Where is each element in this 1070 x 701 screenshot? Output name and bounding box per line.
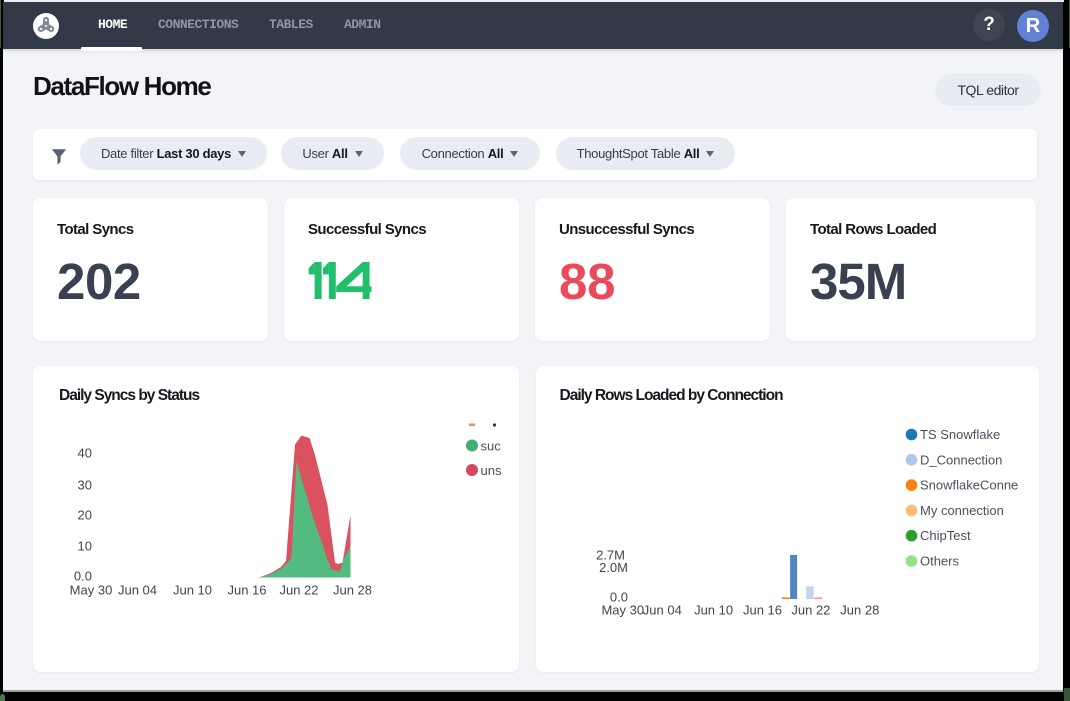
svg-text:Jun 28: Jun 28 [333, 583, 372, 598]
svg-text:Others: Others [920, 554, 960, 569]
svg-text:0.0: 0.0 [74, 569, 92, 584]
svg-text:Jun 04: Jun 04 [118, 583, 157, 598]
svg-text:2.0M: 2.0M [599, 560, 628, 575]
svg-text:Jun 28: Jun 28 [840, 603, 879, 618]
svg-text:TS Snowflake: TS Snowflake [920, 427, 1000, 442]
svg-text:40: 40 [78, 446, 92, 461]
svg-text:30: 30 [78, 478, 92, 493]
svg-text:Jun 04: Jun 04 [643, 603, 682, 618]
svg-text:Jun 22: Jun 22 [279, 583, 318, 598]
svg-text:D_Connection: D_Connection [920, 452, 1002, 467]
svg-text:20: 20 [78, 508, 92, 523]
svg-text:uns: uns [481, 463, 502, 478]
svg-text:Jun 10: Jun 10 [173, 583, 212, 598]
svg-text:Jun 22: Jun 22 [791, 603, 830, 618]
svg-text:My connection: My connection [920, 503, 1004, 518]
svg-text:suc: suc [481, 439, 502, 454]
svg-text:May 30: May 30 [70, 583, 113, 598]
svg-text:ChipTest: ChipTest [920, 528, 971, 543]
svg-text:10: 10 [78, 539, 92, 554]
svg-text:Jun 16: Jun 16 [227, 583, 266, 598]
svg-text:Jun 10: Jun 10 [694, 603, 733, 618]
svg-text:May 30: May 30 [601, 603, 644, 618]
svg-text:SnowflakeConne: SnowflakeConne [920, 478, 1018, 493]
svg-text:Jun 16: Jun 16 [743, 603, 782, 618]
